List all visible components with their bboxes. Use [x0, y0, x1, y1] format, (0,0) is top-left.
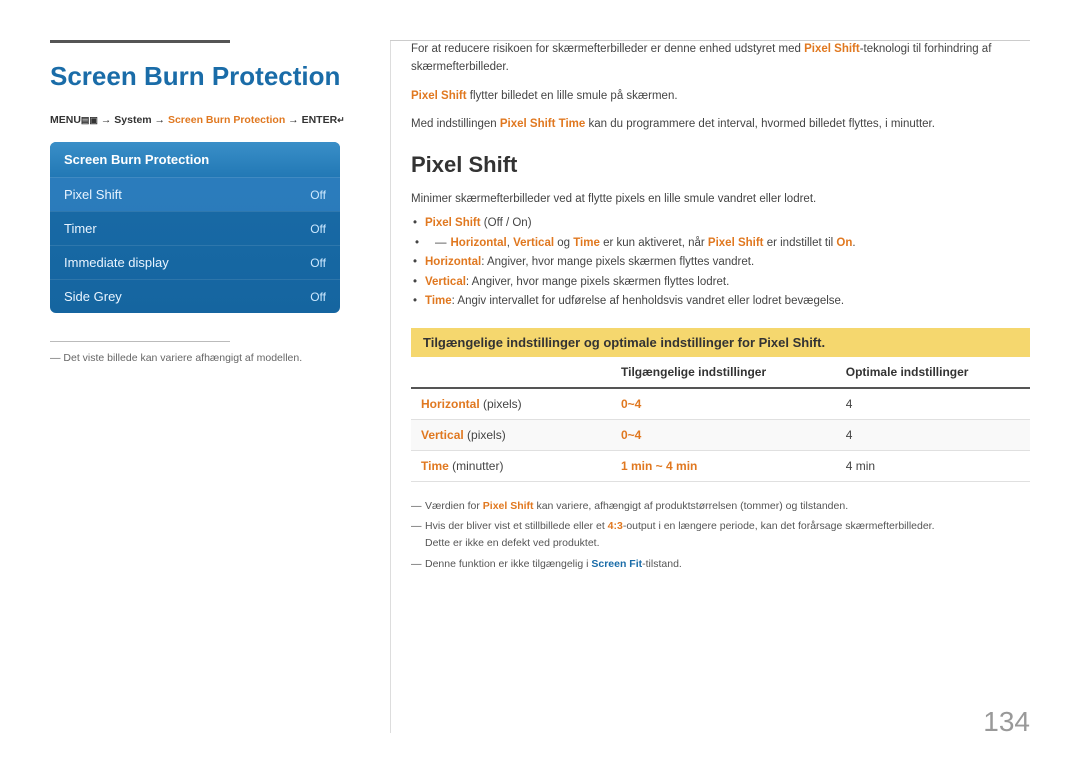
panel-row-value-side-grey: Off — [310, 290, 326, 304]
panel-header: Screen Burn Protection — [50, 142, 340, 177]
table-cell-time-available: 1 min ~ 4 min — [611, 450, 836, 481]
table-row-horizontal: Horizontal (pixels) 0~4 4 — [411, 388, 1030, 420]
footer-notes: Værdien for Pixel Shift kan variere, afh… — [411, 498, 1030, 573]
intro-text-3: Med indstillingen Pixel Shift Time kan d… — [411, 115, 1030, 133]
table-cell-vertical-label: Vertical (pixels) — [411, 419, 611, 450]
top-divider-right — [390, 40, 1030, 41]
note-text: ― Det viste billede kan variere afhængig… — [50, 352, 360, 364]
intro-pixel-shift-time: Pixel Shift Time — [500, 118, 585, 130]
intro-bold-pixel-shift: Pixel Shift — [804, 43, 860, 55]
bullet-item-vertical: Vertical: Angiver, hvor mange pixels skæ… — [425, 273, 1030, 293]
menu-path-highlight: Screen Burn Protection — [168, 114, 285, 126]
panel-row-label-side-grey: Side Grey — [64, 289, 122, 304]
note-divider — [50, 341, 230, 342]
table-cell-time-optimal: 4 min — [836, 450, 1030, 481]
bullet-item-horizontal: Horizontal: Angiver, hvor mange pixels s… — [425, 253, 1030, 273]
footer-note-1: Værdien for Pixel Shift kan variere, afh… — [411, 498, 1030, 515]
bullet-item-pixel-shift: Pixel Shift (Off / On) — [425, 214, 1030, 234]
top-rule-left — [50, 40, 230, 43]
panel-row-value-timer: Off — [310, 222, 326, 236]
table-header-available: Tilgængelige indstillinger — [611, 357, 836, 388]
intro-text-2: Pixel Shift flytter billedet en lille sm… — [411, 87, 1030, 105]
section-title: Pixel Shift — [411, 152, 1030, 178]
right-column: For at reducere risikoen for skærmefterb… — [390, 40, 1030, 733]
bullet-list: Pixel Shift (Off / On) ―Horizontal, Vert… — [411, 214, 1030, 312]
table-cell-horizontal-available: 0~4 — [611, 388, 836, 420]
intro-text-1: For at reducere risikoen for skærmefterb… — [411, 40, 1030, 77]
panel-row-value-immediate: Off — [310, 256, 326, 270]
page-title: Screen Burn Protection — [50, 61, 360, 92]
menu-path: MENU▤▣ → System → Screen Burn Protection… — [50, 114, 360, 126]
table-row-time: Time (minutter) 1 min ~ 4 min 4 min — [411, 450, 1030, 481]
panel-row-label-pixel-shift: Pixel Shift — [64, 187, 122, 202]
body-text: Minimer skærmefterbilleder ved at flytte… — [411, 190, 1030, 208]
menu-path-text: MENU▤▣ → System → Screen Burn Protection… — [50, 114, 345, 126]
table-cell-horizontal-optimal: 4 — [836, 388, 1030, 420]
table-cell-time-label: Time (minutter) — [411, 450, 611, 481]
table-header-optimal: Optimale indstillinger — [836, 357, 1030, 388]
footer-note-3: Denne funktion er ikke tilgængelig i Scr… — [411, 556, 1030, 573]
panel-row-immediate-display[interactable]: Immediate display Off — [50, 245, 340, 279]
panel-row-pixel-shift[interactable]: Pixel Shift Off — [50, 177, 340, 211]
page-number: 134 — [983, 706, 1030, 738]
panel-row-label-immediate: Immediate display — [64, 255, 169, 270]
highlight-heading-text: Tilgængelige indstillinger og optimale i… — [423, 335, 825, 350]
highlight-heading: Tilgængelige indstillinger og optimale i… — [411, 328, 1030, 357]
footer-note-2: Hvis der bliver vist et stillbillede ell… — [411, 518, 1030, 552]
bullet-sub-note: ―Horizontal, Vertical og Time er kun akt… — [427, 234, 1030, 254]
panel-row-label-timer: Timer — [64, 221, 97, 236]
intro-pixel-shift-label: Pixel Shift — [411, 90, 467, 102]
table-row-vertical: Vertical (pixels) 0~4 4 — [411, 419, 1030, 450]
left-column: Screen Burn Protection MENU▤▣ → System →… — [50, 40, 390, 733]
data-table: Tilgængelige indstillinger Optimale inds… — [411, 357, 1030, 482]
panel-row-timer[interactable]: Timer Off — [50, 211, 340, 245]
panel-row-side-grey[interactable]: Side Grey Off — [50, 279, 340, 313]
table-cell-vertical-optimal: 4 — [836, 419, 1030, 450]
sub-note-text: Horizontal, Vertical og Time er kun akti… — [451, 237, 856, 249]
table-cell-horizontal-label: Horizontal (pixels) — [411, 388, 611, 420]
panel-row-value-pixel-shift: Off — [310, 188, 326, 202]
screen-burn-panel: Screen Burn Protection Pixel Shift Off T… — [50, 142, 340, 313]
bullet-item-time: Time: Angiv intervallet for udførelse af… — [425, 292, 1030, 312]
table-cell-vertical-available: 0~4 — [611, 419, 836, 450]
table-header-label — [411, 357, 611, 388]
